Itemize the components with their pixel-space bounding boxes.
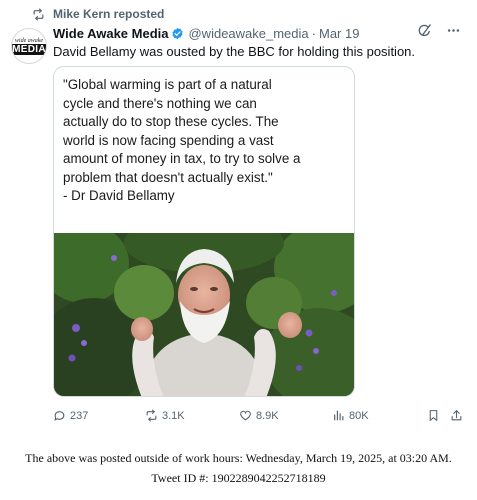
view-count: 80K <box>349 409 369 422</box>
reply-button[interactable]: 237 <box>53 409 88 422</box>
repost-indicator[interactable]: Mike Kern reposted <box>32 7 164 21</box>
views-button[interactable]: 80K <box>332 409 369 422</box>
action-bar: 237 3.1K 8.9K 80K <box>53 409 468 427</box>
share-button[interactable] <box>450 409 467 422</box>
separator-dot: · <box>311 26 316 41</box>
caption: The above was posted outside of work hou… <box>0 448 477 488</box>
reply-icon <box>54 411 65 421</box>
author-handle[interactable]: @wideawake_media <box>188 26 308 41</box>
bookmark-icon <box>429 410 438 421</box>
photo-of-man <box>54 233 354 396</box>
more-options-icon[interactable] <box>446 23 461 38</box>
repost-label: Mike Kern reposted <box>53 7 165 21</box>
reply-count: 237 <box>70 409 89 422</box>
verified-badge-icon[interactable] <box>171 27 184 40</box>
caption-tweet-id: Tweet ID #: 1902289042252718189 <box>151 471 326 485</box>
avatar-logo-big-text: MEDIA <box>12 43 46 55</box>
like-count: 8.9K <box>256 409 279 422</box>
views-chart-icon <box>334 410 344 421</box>
tweet-card[interactable]: Mike Kern reposted wide awake MEDIA Wide… <box>0 0 477 432</box>
avatar[interactable]: wide awake MEDIA <box>11 28 47 64</box>
tweet-header: Wide Awake Media @wideawake_media · Mar … <box>53 26 359 41</box>
bookmark-button[interactable] <box>427 409 444 422</box>
tweet-date[interactable]: Mar 19 <box>319 26 359 41</box>
like-button[interactable]: 8.9K <box>239 409 279 422</box>
repost-button[interactable]: 3.1K <box>145 409 185 422</box>
author-display-name[interactable]: Wide Awake Media <box>53 26 168 41</box>
quote-text: "Global warming is part of a natural cyc… <box>63 77 301 203</box>
share-icon <box>451 410 462 421</box>
caption-posted-time: The above was posted outside of work hou… <box>25 451 452 465</box>
repost-action-icon <box>146 409 157 422</box>
heart-icon <box>240 410 251 421</box>
top-right-controls <box>417 23 461 38</box>
tweet-text: David Bellamy was ousted by the BBC for … <box>53 44 416 59</box>
repost-icon <box>33 7 44 21</box>
repost-count: 3.1K <box>162 409 185 422</box>
media-image[interactable]: "Global warming is part of a natural cyc… <box>53 66 355 397</box>
grok-icon[interactable] <box>417 23 432 38</box>
